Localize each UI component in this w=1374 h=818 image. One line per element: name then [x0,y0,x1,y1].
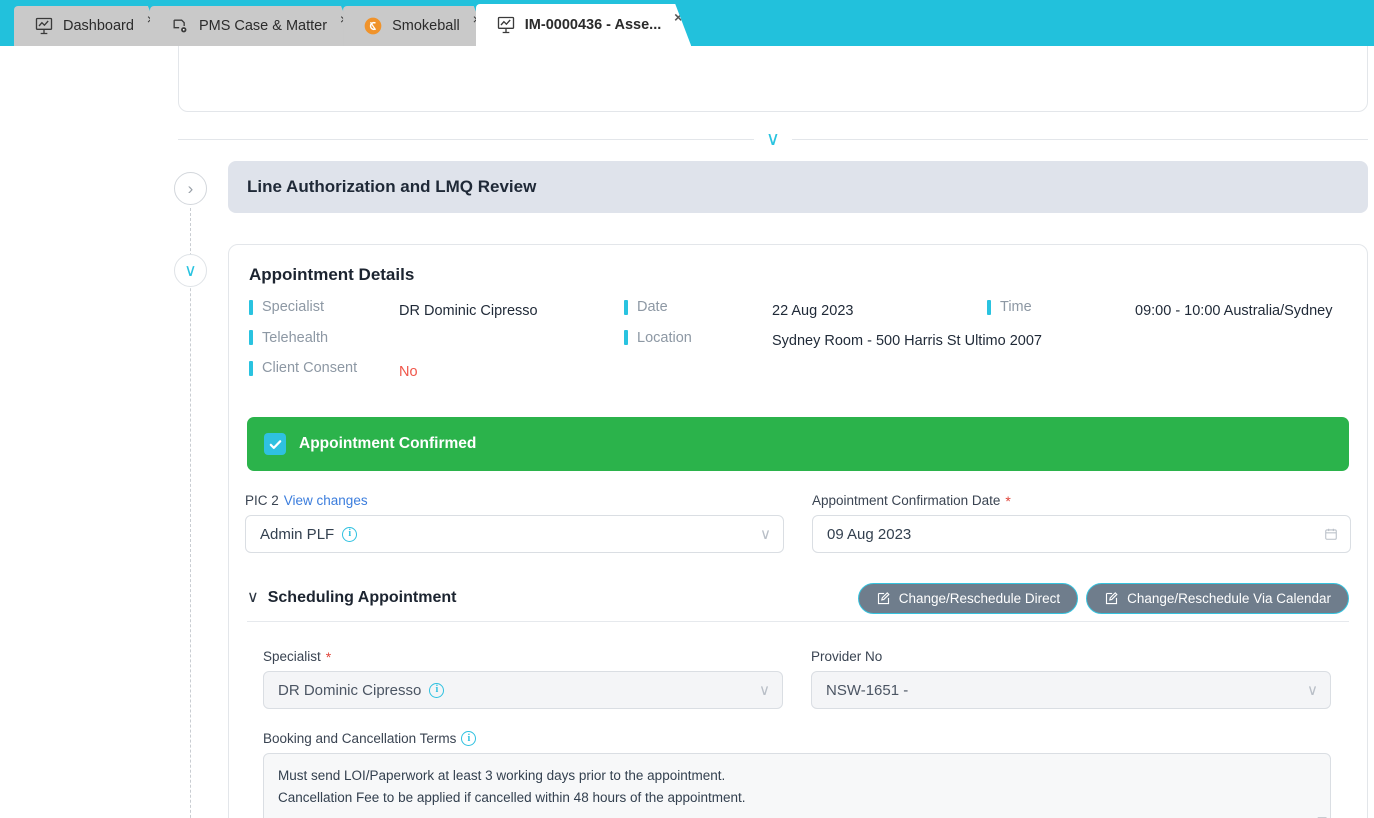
browser-tab-im-0000436[interactable]: IM-0000436 - Asse... × [476,4,691,46]
detail-value-client-consent: No [399,363,418,380]
confirmation-date-value: 09 Aug 2023 [827,525,912,543]
button-label: Change/Reschedule Direct [898,590,1061,606]
appointment-details-card: Appointment Details Specialist DR Domini… [228,244,1368,818]
pic2-label-group: PIC 2 View changes [245,493,784,508]
chevron-down-icon[interactable]: ∨ [760,527,771,542]
pic2-select-value: Admin PLF [260,525,335,543]
appointment-details-grid: Specialist DR Dominic Cipresso Date 22 A… [249,299,1349,380]
confirmation-date-field-group: Appointment Confirmation Date * 09 Aug 2… [812,493,1351,553]
timeline-dashed-line [190,208,191,818]
timeline-rail: › ∨ [174,172,208,818]
browser-tab-smokeball[interactable]: Smokeball × [343,6,490,46]
provider-no-label: Provider No [811,649,883,664]
section-header-title: Line Authorization and LMQ Review [247,177,537,196]
booking-terms-group: Booking and Cancellation Terms i Must se… [263,731,1331,818]
card-title: Appointment Details [249,265,415,284]
previous-section-card [178,46,1368,112]
appointment-confirmed-label: Appointment Confirmed [299,435,477,452]
scheduling-specialist-group: Specialist * DR Dominic Cipresso i ∨ [263,649,783,709]
chevron-down-icon[interactable]: ∨ [1307,683,1318,698]
browser-tab-label: IM-0000436 - Asse... [524,16,662,33]
provider-no-group: Provider No NSW-1651 - ∨ [811,649,1331,709]
timeline-node-expand-section[interactable]: ∨ [174,254,207,287]
confirmation-date-label: Appointment Confirmation Date [812,493,1001,508]
chevron-down-icon[interactable]: ∨ [247,590,259,606]
edit-pencil-icon [1106,591,1118,604]
browser-tab-label: Smokeball [392,17,460,34]
browser-tab-pms-case-and-matter[interactable]: PMS Case & Matter × [150,6,357,46]
change-reschedule-via-calendar-button[interactable]: Change/Reschedule Via Calendar [1086,582,1349,614]
detail-value-specialist: DR Dominic Cipresso [399,302,538,319]
required-asterisk: * [1005,492,1011,509]
change-reschedule-direct-button[interactable]: Change/Reschedule Direct [857,582,1079,614]
detail-value-location: Sydney Room - 500 Harris St Ultimo 2007 [772,333,1042,349]
info-icon[interactable]: i [429,682,445,698]
chart-easel-icon [496,15,516,35]
smokeball-logo-icon [363,16,383,36]
browser-tab-close-icon[interactable]: × [674,10,682,24]
detail-label-time: Time [987,299,1135,315]
booking-terms-label-group: Booking and Cancellation Terms i [263,731,1331,746]
scheduling-actions: Change/Reschedule Direct Change/Reschedu… [857,582,1349,614]
booking-terms-line-1: Must send LOI/Paperwork at least 3 worki… [278,768,726,783]
info-icon[interactable]: i [461,731,477,746]
edit-pencil-icon [877,591,890,604]
scheduling-appointment-title: Scheduling Appointment [267,589,457,606]
detail-label-location: Location [624,330,772,346]
divider-line-left [178,139,755,140]
booking-terms-textarea[interactable]: Must send LOI/Paperwork at least 3 worki… [263,753,1331,818]
calendar-icon[interactable] [1324,527,1338,541]
checkbox-checked-icon[interactable] [264,433,286,455]
appointment-confirmed-banner[interactable]: Appointment Confirmed [247,417,1349,471]
page-content: ∨ › ∨ Line Authorization and LMQ Review … [0,46,1374,818]
detail-value-time: 09:00 - 10:00 Australia/Sydney [1135,302,1333,319]
section-divider: ∨ [178,130,1369,149]
chart-easel-icon [34,16,54,36]
scheduling-specialist-value-wrap: DR Dominic Cipresso i [278,682,759,699]
browser-tab-label: Dashboard [63,17,134,34]
chevron-down-icon[interactable]: ∨ [759,683,770,698]
timeline-node-collapse-section[interactable]: › [174,172,207,205]
scheduling-appointment-header: ∨ Scheduling Appointment Change/Reschedu… [247,575,1349,622]
detail-label-specialist: Specialist [249,299,399,315]
detail-label-telehealth: Telehealth [249,330,399,346]
document-gear-icon [170,16,190,36]
scheduling-specialist-label: Specialist [263,649,321,664]
booking-terms-line-2: Cancellation Fee to be applied if cancel… [278,789,746,805]
browser-tab-label: PMS Case & Matter [198,17,328,34]
pic2-field-group: PIC 2 View changes Admin PLF i ∨ [245,493,784,553]
section-header-line-authorization[interactable]: Line Authorization and LMQ Review [228,161,1368,213]
provider-no-select[interactable]: NSW-1651 - ∨ [811,671,1331,709]
specialist-provider-row: Specialist * DR Dominic Cipresso i ∨ Pro… [263,649,1331,709]
view-changes-link[interactable]: View changes [284,493,368,508]
detail-label-client-consent: Client Consent [249,360,399,376]
detail-value-date: 22 Aug 2023 [772,302,854,319]
required-asterisk: * [325,648,332,665]
scheduling-specialist-select[interactable]: DR Dominic Cipresso i ∨ [263,671,783,709]
browser-tab-dashboard[interactable]: Dashboard × [14,6,164,46]
info-icon[interactable]: i [342,526,358,542]
pic2-select[interactable]: Admin PLF i ∨ [245,515,784,553]
confirmation-date-input[interactable]: 09 Aug 2023 [812,515,1351,553]
scheduling-specialist-label-group: Specialist * [263,649,783,664]
detail-label-date: Date [624,299,772,315]
provider-no-value: NSW-1651 - [826,681,909,699]
divider-line-right [791,139,1369,140]
booking-terms-label: Booking and Cancellation Terms [263,731,457,746]
pic2-select-value-wrap: Admin PLF i [260,526,760,543]
pic2-label: PIC 2 [245,493,279,508]
chevron-down-icon[interactable]: ∨ [754,130,792,149]
scheduling-specialist-value: DR Dominic Cipresso [278,681,422,699]
pic2-and-confirmation-date-row: PIC 2 View changes Admin PLF i ∨ Appoint… [245,493,1351,553]
button-label: Change/Reschedule Via Calendar [1127,590,1331,606]
confirmation-date-label-group: Appointment Confirmation Date * [812,493,1351,508]
browser-tab-bar: Dashboard × PMS Case & Matter × Smokebal… [0,0,1374,46]
